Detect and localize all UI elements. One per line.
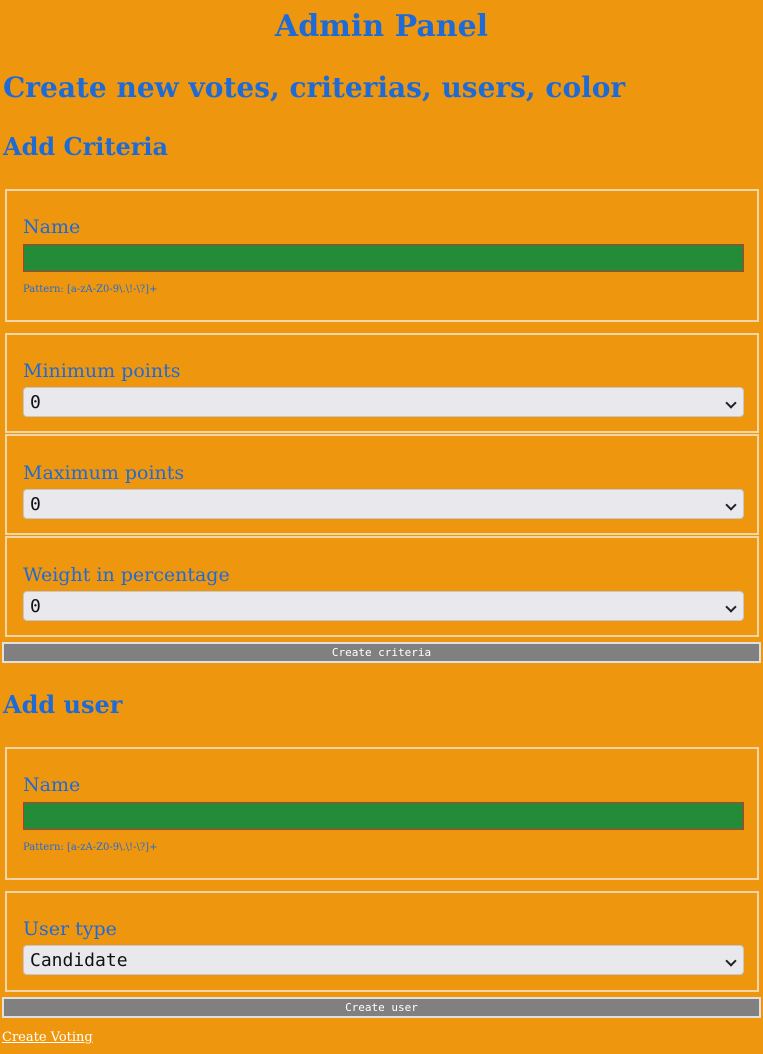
criteria-min-select[interactable]: 0 (23, 387, 744, 417)
user-type-value: Candidate (30, 950, 128, 971)
criteria-name-group: Name Pattern: [a-zA-Z0-9\.\!-\?]+ (5, 189, 759, 322)
criteria-name-label: Name (23, 216, 81, 238)
criteria-min-group: Minimum points 0 (5, 333, 759, 433)
criteria-max-value: 0 (30, 494, 41, 515)
user-type-group: User type Candidate (5, 891, 759, 992)
create-criteria-button[interactable]: Create criteria (2, 642, 761, 663)
criteria-weight-select[interactable]: 0 (23, 591, 744, 621)
criteria-min-value: 0 (30, 392, 41, 413)
chevron-down-icon (725, 955, 737, 967)
user-name-label: Name (23, 774, 81, 796)
criteria-weight-group: Weight in percentage 0 (5, 536, 759, 637)
page-subtitle: Create new votes, criterias, users, colo… (3, 71, 626, 104)
user-type-select[interactable]: Candidate (23, 945, 744, 975)
create-user-button[interactable]: Create user (2, 997, 761, 1018)
criteria-name-pattern-hint: Pattern: [a-zA-Z0-9\.\!-\?]+ (23, 284, 158, 295)
criteria-max-group: Maximum points 0 (5, 434, 759, 535)
criteria-weight-label: Weight in percentage (23, 564, 230, 586)
criteria-max-label: Maximum points (23, 462, 185, 484)
add-user-heading: Add user (3, 690, 123, 719)
criteria-name-input[interactable] (23, 244, 744, 272)
user-type-label: User type (23, 918, 117, 940)
page-title: Admin Panel (274, 9, 489, 44)
user-name-group: Name Pattern: [a-zA-Z0-9\.\!-\?]+ (5, 747, 759, 880)
user-name-input[interactable] (23, 802, 744, 830)
criteria-max-select[interactable]: 0 (23, 489, 744, 519)
create-voting-link[interactable]: Create Voting (2, 1030, 93, 1046)
chevron-down-icon (725, 397, 737, 409)
chevron-down-icon (725, 601, 737, 613)
criteria-min-label: Minimum points (23, 360, 181, 382)
add-criteria-heading: Add Criteria (3, 132, 169, 161)
criteria-weight-value: 0 (30, 596, 41, 617)
chevron-down-icon (725, 499, 737, 511)
user-name-pattern-hint: Pattern: [a-zA-Z0-9\.\!-\?]+ (23, 842, 158, 853)
